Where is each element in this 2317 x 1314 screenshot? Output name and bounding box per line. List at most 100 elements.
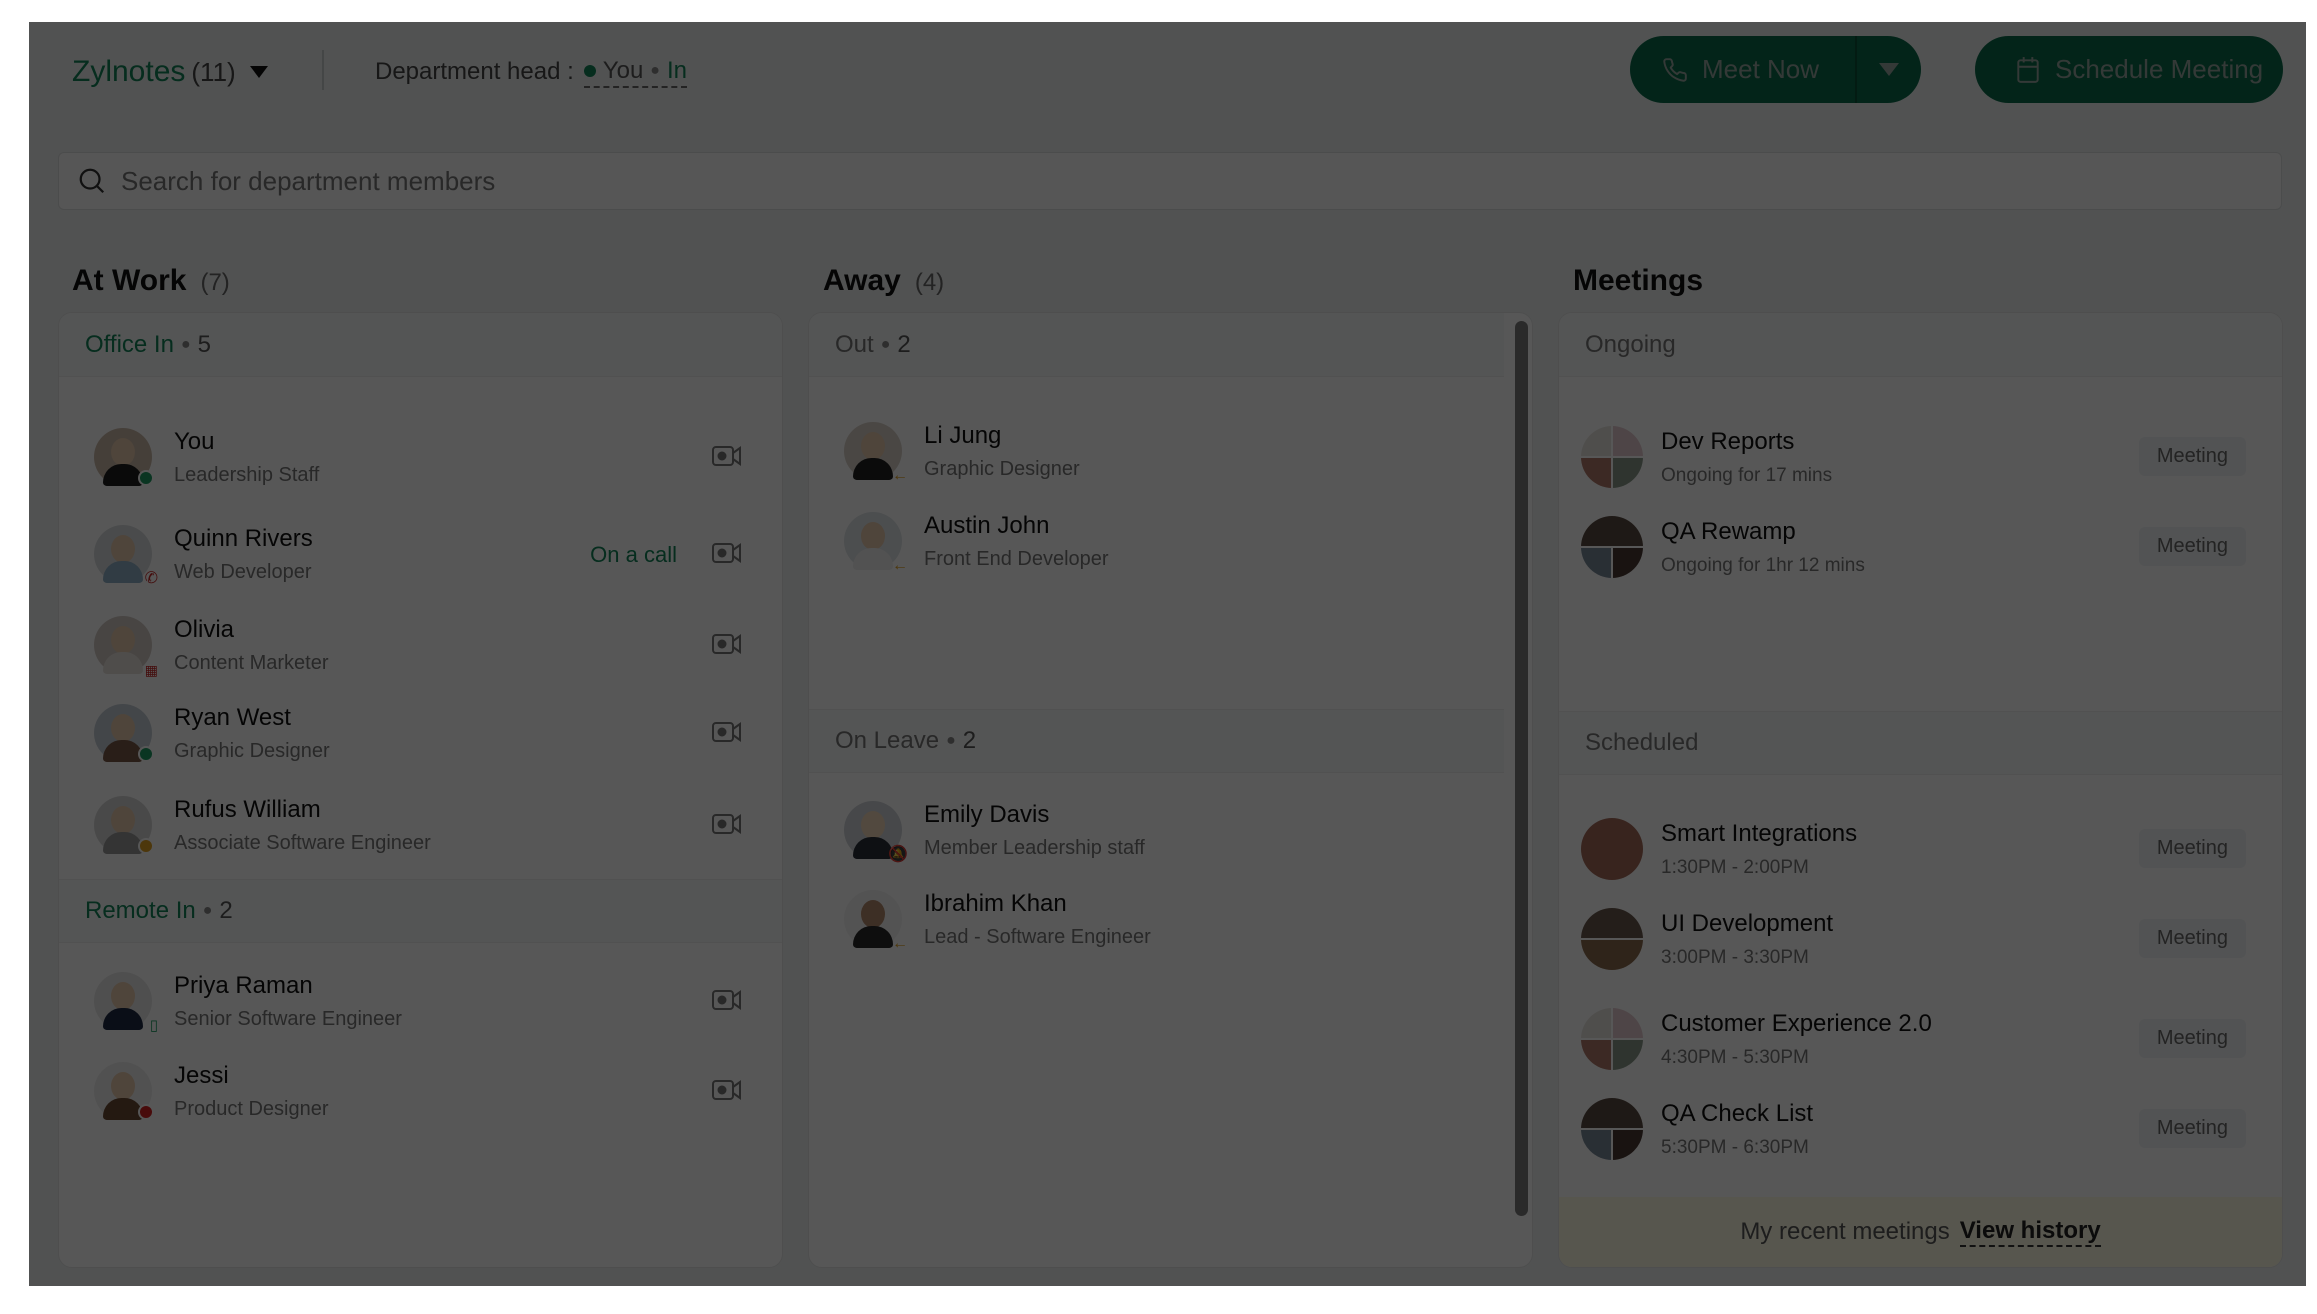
remote-in-count: 2	[219, 897, 233, 924]
member-row[interactable]: ✆ Quinn Rivers Web Developer On a call	[59, 514, 782, 594]
member-role: Product Designer	[174, 1097, 329, 1120]
member-role: Leadership Staff	[174, 463, 320, 486]
scrollbar-thumb[interactable]	[1515, 321, 1528, 1216]
meeting-duration: Ongoing for 17 mins	[1661, 464, 1833, 486]
recent-meetings-label: My recent meetings	[1740, 1218, 1950, 1245]
meeting-time: 1:30PM - 2:00PM	[1661, 856, 1809, 878]
separator-dot: ●	[880, 335, 891, 353]
meeting-type-tag[interactable]: Meeting	[2138, 437, 2246, 476]
member-row[interactable]: You Leadership Staff	[59, 417, 782, 497]
member-role: Graphic Designer	[174, 739, 330, 762]
separator-dot: ●	[180, 335, 191, 353]
member-row[interactable]: ← Ibrahim Khan Lead - Software Engineer	[809, 879, 1504, 959]
meeting-row[interactable]: Customer Experience 2.0 4:30PM - 5:30PM …	[1559, 997, 2282, 1081]
member-role: Web Developer	[174, 560, 312, 583]
member-row[interactable]: ▯ Priya Raman Senior Software Engineer	[59, 961, 782, 1041]
video-call-icon[interactable]	[712, 542, 742, 564]
meeting-row[interactable]: QA Rewamp Ongoing for 1hr 12 mins Meetin…	[1559, 505, 2282, 589]
ongoing-label: Ongoing	[1585, 330, 1676, 358]
out-count: 2	[897, 330, 911, 358]
search-input[interactable]	[121, 165, 1921, 197]
meeting-type-tag[interactable]: Meeting	[2138, 1019, 2246, 1058]
member-name: Emily Davis	[924, 800, 1050, 828]
avatar	[94, 428, 154, 486]
meeting-row[interactable]: Dev Reports Ongoing for 17 mins Meeting	[1559, 415, 2282, 499]
avatar: ←	[844, 512, 908, 574]
department-head-label: Department head :	[375, 58, 574, 85]
at-work-title-text: At Work	[72, 264, 187, 297]
meeting-duration: Ongoing for 1hr 12 mins	[1661, 554, 1865, 576]
video-call-icon[interactable]	[712, 989, 742, 1011]
meeting-avatar	[1581, 818, 1643, 880]
schedule-meeting-button[interactable]: Schedule Meeting	[1975, 36, 2283, 103]
remote-in-label: Remote In	[85, 897, 196, 924]
online-status-icon	[138, 470, 154, 486]
member-name: Li Jung	[924, 421, 1002, 449]
meet-now-split-button: Meet Now	[1630, 36, 1921, 103]
member-row[interactable]: ← Austin John Front End Developer	[809, 501, 1504, 581]
on-leave-label: On Leave	[835, 727, 940, 754]
phone-icon	[1663, 57, 1687, 82]
meeting-type-tag[interactable]: Meeting	[2138, 919, 2246, 958]
meet-now-button[interactable]: Meet Now	[1630, 36, 1857, 103]
department-head-link[interactable]: You ● In	[583, 56, 687, 88]
member-role: Graphic Designer	[924, 457, 1080, 480]
on-leave-header: On Leave ● 2	[809, 709, 1504, 773]
at-work-count: (7)	[200, 269, 230, 296]
schedule-meeting-label: Schedule Meeting	[2055, 54, 2264, 84]
department-dashboard: Zylnotes (11) Department head : You ● In…	[29, 22, 2306, 1286]
meet-now-dropdown-button[interactable]	[1857, 36, 1921, 103]
meeting-title: QA Rewamp	[1661, 517, 1796, 545]
view-history-link[interactable]: View history	[1959, 1217, 2101, 1247]
video-call-icon[interactable]	[712, 445, 742, 467]
meeting-row[interactable]: UI Development 3:00PM - 3:30PM Meeting	[1559, 897, 2282, 981]
avatar	[94, 1062, 154, 1120]
member-row[interactable]: Ryan West Graphic Designer	[59, 693, 782, 773]
meeting-row[interactable]: Smart Integrations 1:30PM - 2:00PM Meeti…	[1559, 807, 2282, 891]
meeting-type-tag[interactable]: Meeting	[2138, 1109, 2246, 1148]
scheduled-label: Scheduled	[1585, 729, 1699, 756]
avatar: 🔕	[844, 801, 908, 863]
department-selector[interactable]: Zylnotes (11)	[72, 52, 268, 92]
member-row[interactable]: Jessi Product Designer	[59, 1051, 782, 1131]
member-name: Austin John	[924, 511, 1050, 539]
avatar	[94, 704, 154, 762]
office-in-label: Office In	[85, 330, 174, 358]
meetings-title-text: Meetings	[1573, 264, 1704, 297]
meeting-row[interactable]: QA Check List 5:30PM - 6:30PM Meeting	[1559, 1087, 2282, 1171]
video-call-icon[interactable]	[712, 633, 742, 655]
calendar-icon	[2017, 56, 2039, 83]
phone-icon: ✆	[144, 570, 158, 587]
away-title: Away (4)	[823, 264, 944, 298]
member-role: Lead - Software Engineer	[924, 925, 1151, 948]
member-row[interactable]: Rufus William Associate Software Enginee…	[59, 785, 782, 865]
avatar: ←	[844, 422, 908, 484]
member-name: Rufus William	[174, 795, 321, 823]
meeting-type-tag[interactable]: Meeting	[2138, 527, 2246, 566]
separator-dot: ●	[650, 61, 660, 79]
caret-down-icon	[1879, 63, 1899, 76]
meeting-type-tag[interactable]: Meeting	[2138, 829, 2246, 868]
busy-status-icon	[138, 1104, 154, 1120]
avatar: ✆	[94, 525, 158, 587]
away-status-icon	[138, 838, 154, 854]
meeting-time: 5:30PM - 6:30PM	[1661, 1136, 1809, 1158]
scheduled-header: Scheduled	[1559, 711, 2282, 775]
recent-meetings-footer: My recent meetings View history	[1559, 1197, 2282, 1267]
department-name: Zylnotes	[72, 55, 186, 88]
member-row[interactable]: ▦ Olivia Content Marketer	[59, 605, 782, 685]
on-leave-count: 2	[962, 727, 977, 754]
meeting-title: Customer Experience 2.0	[1661, 1009, 1932, 1037]
video-call-icon[interactable]	[712, 721, 742, 743]
meeting-avatar-group	[1581, 516, 1643, 578]
mobile-icon: ▯	[149, 1017, 158, 1034]
department-head-status: In	[666, 56, 687, 84]
online-status-icon	[138, 746, 154, 762]
at-work-panel: Office In ● 5 You Leadership Staff ✆ Qui…	[58, 312, 783, 1268]
separator-dot: ●	[946, 732, 956, 749]
video-call-icon[interactable]	[712, 813, 742, 835]
member-row[interactable]: ← Li Jung Graphic Designer	[809, 411, 1504, 491]
member-row[interactable]: 🔕 Emily Davis Member Leadership staff	[809, 790, 1504, 870]
meeting-avatar-group	[1581, 1098, 1643, 1160]
video-call-icon[interactable]	[712, 1079, 742, 1101]
